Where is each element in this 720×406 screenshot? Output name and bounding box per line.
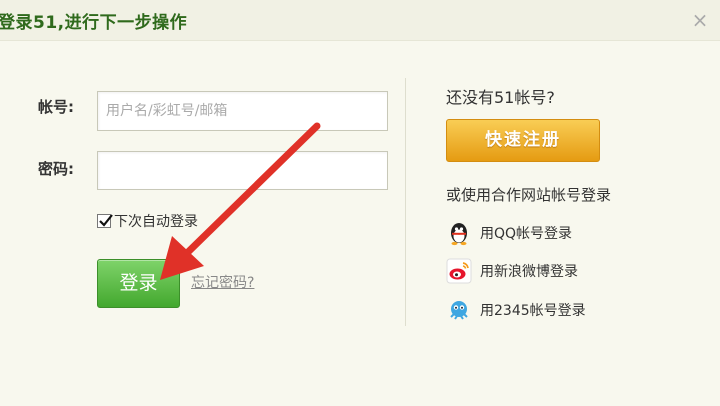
no-account-text: 还没有51帐号? <box>446 88 555 107</box>
qq-penguin-icon <box>451 223 467 246</box>
2345-login-label: 用2345帐号登录 <box>480 303 586 319</box>
2345-login-option[interactable]: 用2345帐号登录 <box>446 297 586 323</box>
sina-weibo-icon <box>446 258 472 284</box>
dialog-titlebar: 登录51,进行下一步操作 × <box>0 0 720 41</box>
password-label: 密码: <box>38 160 74 178</box>
partner-login-title: 或使用合作网站帐号登录 <box>446 186 612 204</box>
dialog-title: 登录51,进行下一步操作 <box>0 13 188 33</box>
weibo-login-option[interactable]: 用新浪微博登录 <box>446 258 578 284</box>
account-label: 帐号: <box>38 98 74 116</box>
divider <box>405 78 406 326</box>
check-icon <box>99 214 113 227</box>
login-button[interactable]: 登录 <box>97 259 180 308</box>
qq-login-option[interactable]: 用QQ帐号登录 <box>446 220 572 246</box>
remember-me[interactable]: 下次自动登录 <box>97 211 198 231</box>
weibo-login-label: 用新浪微博登录 <box>480 264 578 280</box>
2345-icon <box>450 301 468 320</box>
password-input[interactable] <box>97 151 388 190</box>
forgot-password-link[interactable]: 忘记密码? <box>191 272 254 292</box>
remember-checkbox[interactable] <box>97 214 113 228</box>
qq-login-label: 用QQ帐号登录 <box>480 226 573 242</box>
annotation-arrow <box>160 122 321 280</box>
register-button[interactable]: 快速注册 <box>446 119 600 162</box>
remember-label: 下次自动登录 <box>114 214 198 230</box>
close-icon[interactable]: × <box>688 8 712 32</box>
account-input[interactable] <box>97 91 388 131</box>
